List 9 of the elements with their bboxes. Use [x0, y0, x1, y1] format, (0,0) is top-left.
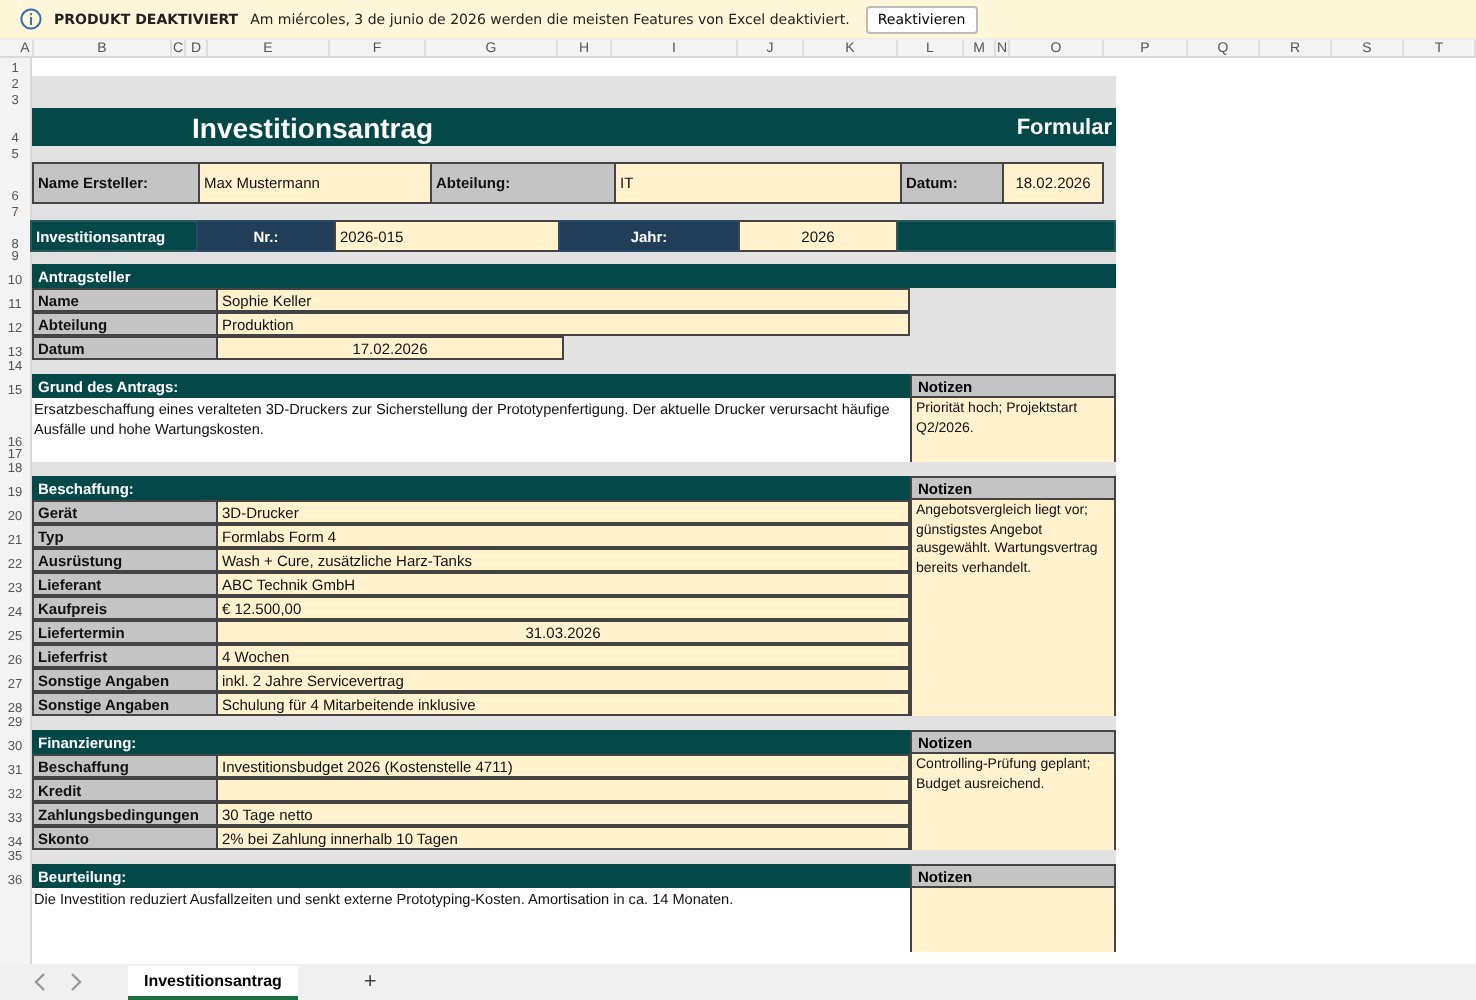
info-icon	[20, 8, 42, 30]
chevron-right-icon[interactable]	[68, 972, 84, 992]
field-value[interactable]	[216, 778, 910, 802]
chevron-left-icon[interactable]	[32, 972, 48, 992]
notes-cell[interactable]	[910, 888, 1116, 952]
sheet-tab[interactable]: Investitionsantrag	[128, 965, 298, 999]
form-title: Investitionsantrag	[192, 111, 434, 143]
add-sheet-button[interactable]: +	[357, 970, 383, 994]
form-subtitle: Formular	[1016, 115, 1112, 139]
